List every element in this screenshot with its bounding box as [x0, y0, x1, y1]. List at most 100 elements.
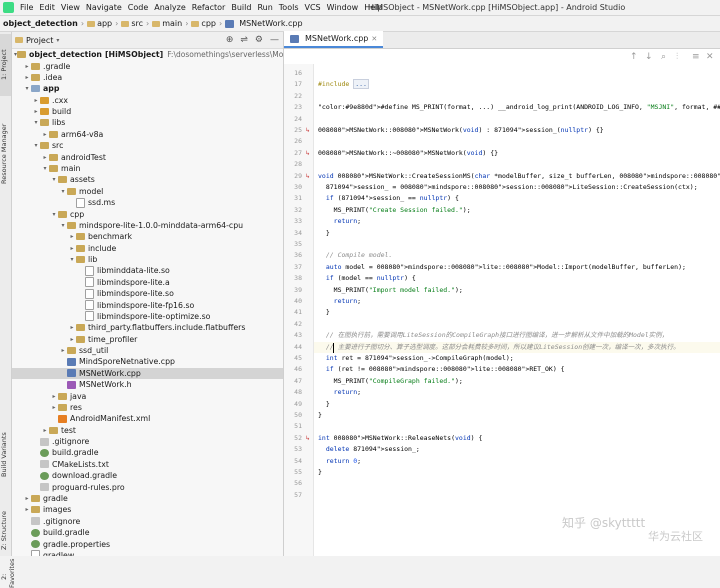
tree-row[interactable]: ▸ include: [12, 242, 283, 253]
breadcrumb-item[interactable]: cpp: [188, 19, 219, 28]
tree-row[interactable]: ▸ test: [12, 425, 283, 436]
tree-row[interactable]: ▸ java: [12, 390, 283, 401]
tree-row[interactable]: ▸ time_profiler: [12, 334, 283, 345]
tree-row[interactable]: MSNetWork.cpp: [12, 367, 283, 380]
tree-row[interactable]: libminddata-lite.so: [12, 265, 283, 276]
chevron-down-icon[interactable]: ▾: [50, 211, 58, 218]
tab-favorites[interactable]: 2: Favorites: [0, 559, 16, 588]
tree-row[interactable]: ssd.ms: [12, 197, 283, 208]
arrow-down-icon[interactable]: ↓: [645, 52, 653, 62]
breadcrumb-item[interactable]: app: [84, 19, 115, 28]
hide-icon[interactable]: —: [270, 35, 279, 45]
close-icon[interactable]: ✕: [371, 35, 377, 43]
menu-analyze[interactable]: Analyze: [151, 3, 189, 12]
tree-row[interactable]: ▸ build: [12, 106, 283, 117]
tree-row[interactable]: ▸ .cxx: [12, 95, 283, 106]
tree-row[interactable]: ▸ images: [12, 504, 283, 515]
close-icon[interactable]: ✕: [706, 52, 714, 62]
tree-row[interactable]: download.gradle: [12, 470, 283, 481]
search-icon[interactable]: ⌕: [661, 52, 666, 62]
code-area[interactable]: #include ... "color:#9e880d">#define MS_P…: [314, 64, 720, 556]
chevron-down-icon[interactable]: ▾: [32, 119, 40, 126]
chevron-right-icon[interactable]: ▸: [41, 427, 49, 434]
tree-row[interactable]: ▸ third_party.flatbuffers.include.flatbuf…: [12, 322, 283, 333]
tree-row[interactable]: ▾ lib: [12, 254, 283, 265]
filter-icon[interactable]: ⫶: [676, 52, 678, 62]
tree-row[interactable]: ▾ libs: [12, 117, 283, 128]
tree-row[interactable]: ▸ androidTest: [12, 151, 283, 162]
chevron-right-icon[interactable]: ▸: [41, 154, 49, 161]
tree-row[interactable]: libmindspore-lite.so: [12, 288, 283, 299]
tree-row[interactable]: gradlew: [12, 550, 283, 556]
tree-row[interactable]: AndroidManifest.xml: [12, 413, 283, 424]
tree-row[interactable]: ▾ model: [12, 186, 283, 197]
declaration-marker-icon[interactable]: ↳: [303, 148, 312, 159]
declaration-marker-icon[interactable]: ↳: [303, 433, 312, 444]
chevron-right-icon[interactable]: ▸: [23, 63, 31, 70]
chevron-right-icon[interactable]: ▸: [50, 393, 58, 400]
chevron-down-icon[interactable]: ▾: [41, 165, 49, 172]
tree-row[interactable]: ▸ arm64-v8a: [12, 129, 283, 140]
tree-row[interactable]: build.gradle: [12, 447, 283, 458]
chevron-down-icon[interactable]: ▾: [59, 222, 67, 229]
chevron-right-icon[interactable]: ▸: [23, 495, 31, 502]
chevron-down-icon[interactable]: ▾: [56, 37, 59, 44]
chevron-right-icon[interactable]: ▸: [41, 131, 49, 138]
tree-row[interactable]: MindSporeNetnative.cpp: [12, 356, 283, 367]
tree-row[interactable]: .gitignore: [12, 516, 283, 527]
menu-navigate[interactable]: Navigate: [83, 3, 125, 12]
tree-row[interactable]: build.gradle: [12, 527, 283, 538]
tree-row[interactable]: ▾ cpp: [12, 208, 283, 219]
tree-row[interactable]: ▾ object_detection [HiMSObject] F:\dosomet…: [12, 49, 283, 60]
tree-row[interactable]: libmindspore-lite.a: [12, 277, 283, 288]
tree-row[interactable]: ▾ mindspore-lite-1.0.0-minddata-arm64-cpu: [12, 220, 283, 231]
chevron-right-icon[interactable]: ▸: [23, 506, 31, 513]
breadcrumb-item[interactable]: MSNetWork.cpp: [222, 19, 305, 28]
tree-row[interactable]: proguard-rules.pro: [12, 481, 283, 492]
tab-project[interactable]: 1: Project: [0, 34, 11, 96]
chevron-right-icon[interactable]: ▸: [68, 245, 76, 252]
chevron-down-icon[interactable]: ▾: [59, 188, 67, 195]
tree-row[interactable]: ▾ main: [12, 163, 283, 174]
project-view-selector[interactable]: Project: [26, 36, 53, 45]
settings-icon[interactable]: ≡: [692, 52, 700, 62]
tree-row[interactable]: CMakeLists.txt: [12, 459, 283, 470]
gear-icon[interactable]: ⚙: [255, 35, 263, 45]
breadcrumb-item[interactable]: src: [118, 19, 146, 28]
chevron-right-icon[interactable]: ▸: [32, 97, 40, 104]
menu-vcs[interactable]: VCS: [302, 3, 324, 12]
chevron-down-icon[interactable]: ▾: [23, 85, 31, 92]
tree-row[interactable]: ▾ assets: [12, 174, 283, 185]
chevron-right-icon[interactable]: ▸: [68, 336, 76, 343]
folded-region[interactable]: ...: [353, 79, 369, 90]
chevron-right-icon[interactable]: ▸: [68, 233, 76, 240]
tree-row[interactable]: .gitignore: [12, 436, 283, 447]
tree-row[interactable]: ▸ gradle: [12, 493, 283, 504]
declaration-marker-icon[interactable]: ↳: [303, 125, 312, 136]
tab-resource-manager[interactable]: Resource Manager: [0, 114, 11, 194]
chevron-down-icon[interactable]: ▾: [50, 176, 58, 183]
locate-icon[interactable]: ⊕: [226, 35, 234, 45]
menu-edit[interactable]: Edit: [36, 3, 58, 12]
chevron-right-icon[interactable]: ▸: [68, 324, 76, 331]
tree-row[interactable]: gradle.properties: [12, 538, 283, 549]
chevron-right-icon[interactable]: ▸: [23, 74, 31, 81]
tree-row[interactable]: ▸ ssd_util: [12, 345, 283, 356]
tree-row[interactable]: ▾ app: [12, 83, 283, 94]
tree-row[interactable]: ▾ src: [12, 140, 283, 151]
menu-build[interactable]: Build: [228, 3, 254, 12]
tab-structure[interactable]: Z: Structure: [0, 502, 11, 560]
menu-run[interactable]: Run: [254, 3, 275, 12]
breadcrumb-item[interactable]: object_detection: [0, 19, 81, 28]
declaration-marker-icon[interactable]: ↳: [303, 171, 312, 182]
chevron-right-icon[interactable]: ▸: [32, 108, 40, 115]
chevron-right-icon[interactable]: ▸: [50, 404, 58, 411]
tree-row[interactable]: ▸ .gradle: [12, 60, 283, 71]
tree-row[interactable]: ▸ .idea: [12, 72, 283, 83]
menu-code[interactable]: Code: [125, 3, 151, 12]
menu-file[interactable]: File: [17, 3, 36, 12]
tree-row[interactable]: libmindspore-lite-fp16.so: [12, 299, 283, 311]
menu-tools[interactable]: Tools: [276, 3, 302, 12]
tree-row[interactable]: libmindspore-lite-optimize.so: [12, 311, 283, 322]
breadcrumb-item[interactable]: main: [149, 19, 185, 28]
